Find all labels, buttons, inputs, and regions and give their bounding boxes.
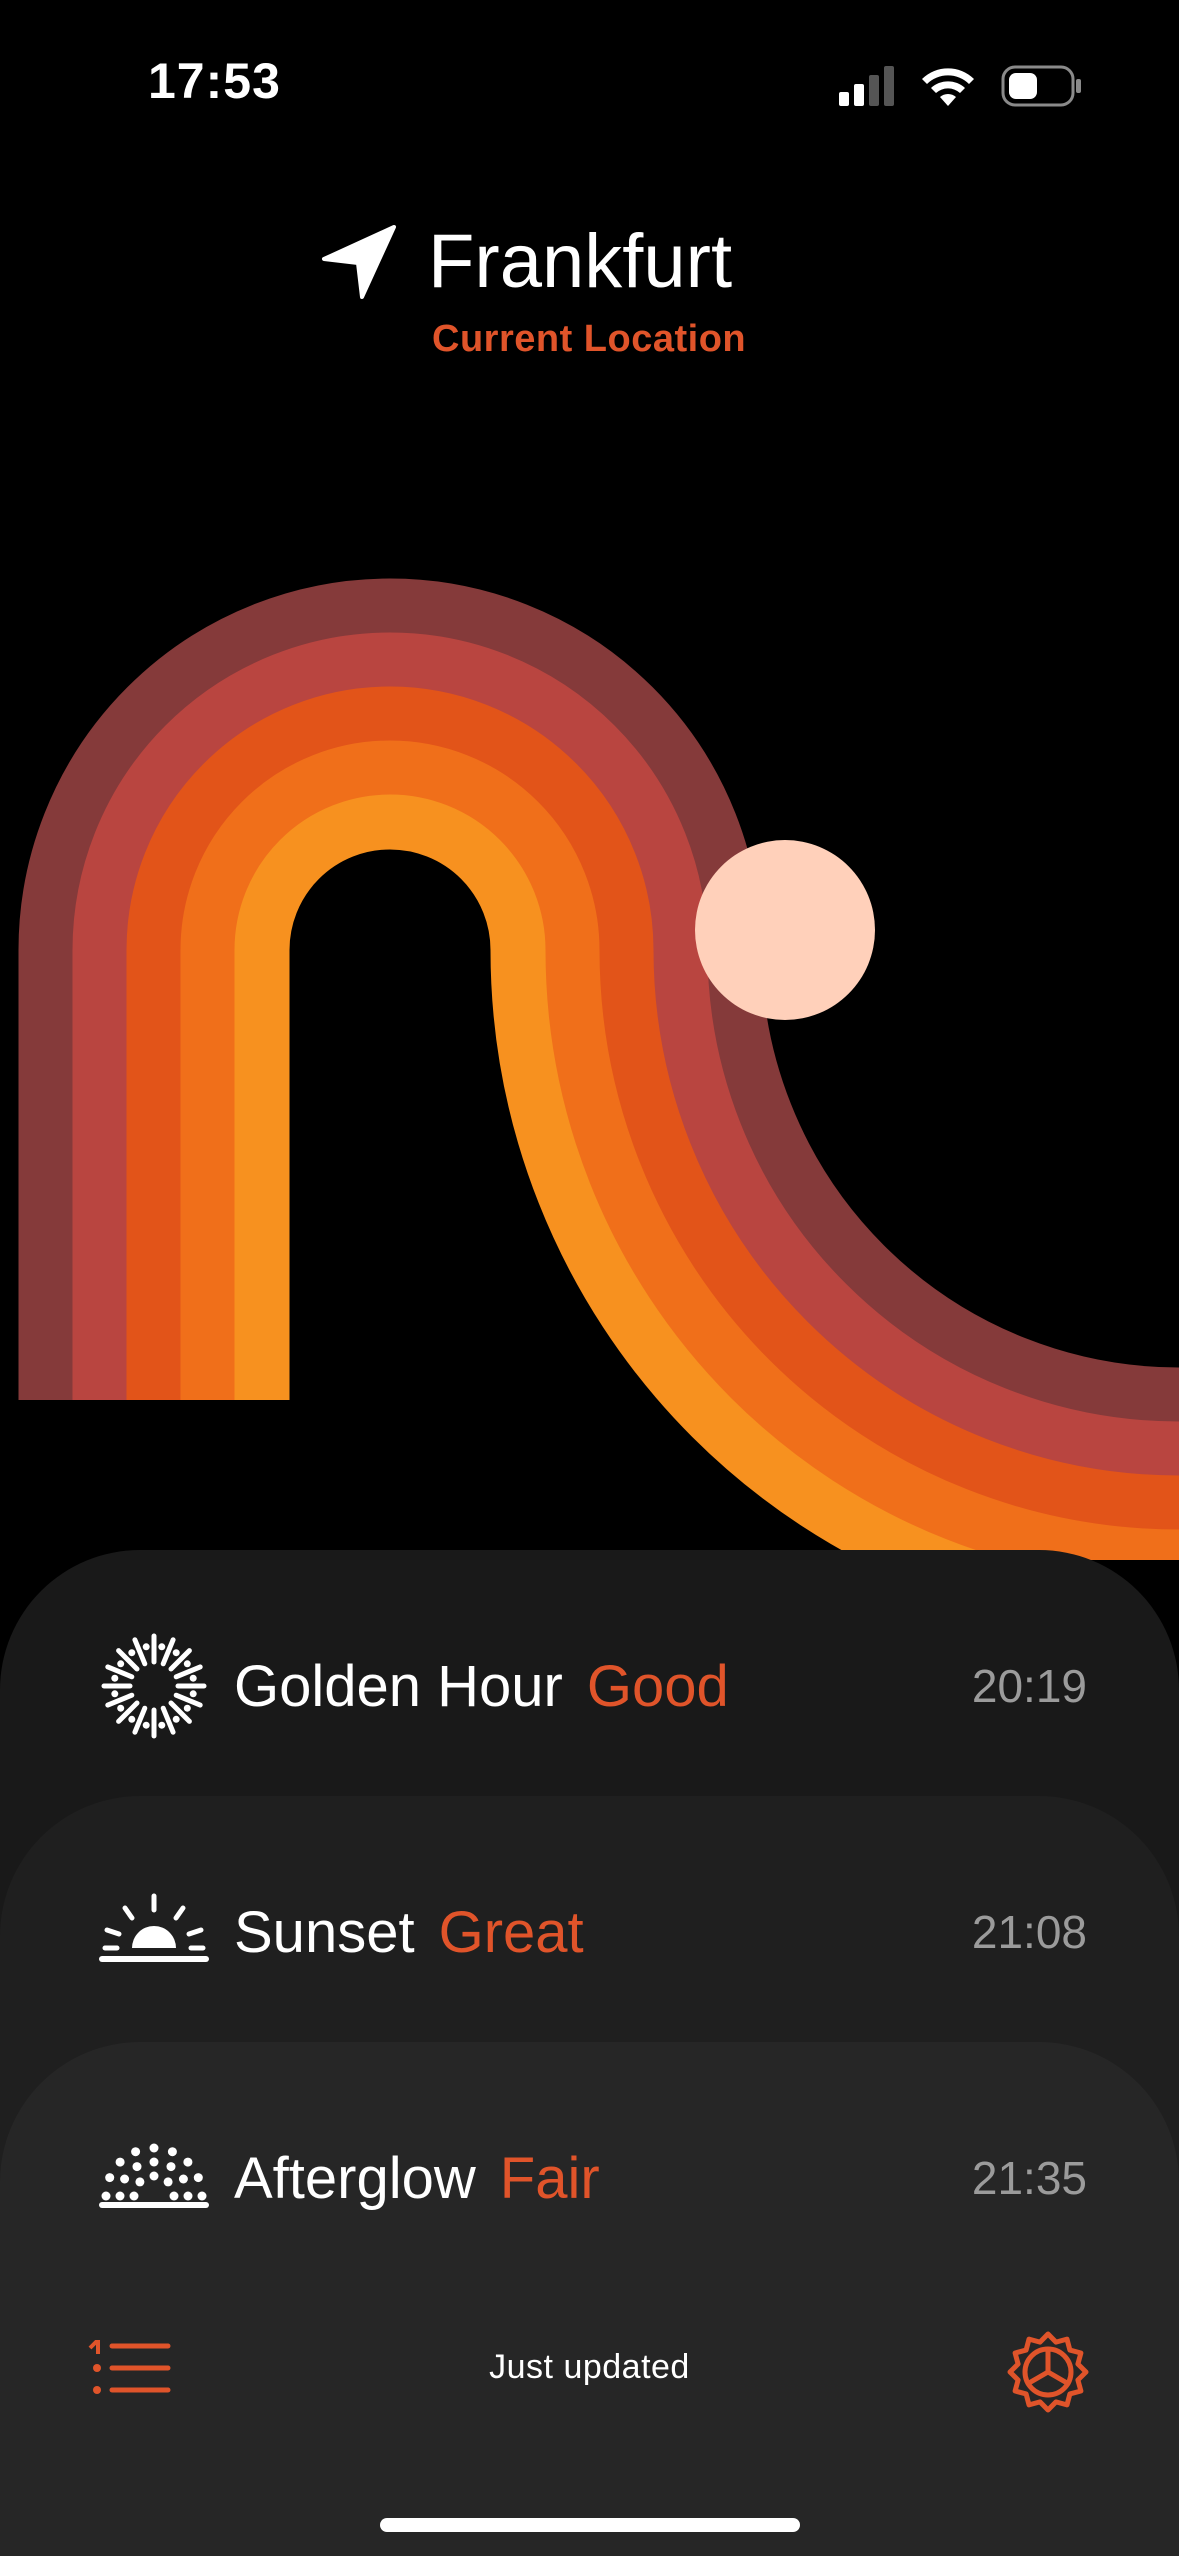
event-time: 20:19 bbox=[971, 1660, 1087, 1712]
event-rating: Good bbox=[586, 1653, 729, 1719]
event-rating: Fair bbox=[499, 2145, 600, 2211]
event-name: Afterglow bbox=[234, 2145, 476, 2211]
event-name: Golden Hour bbox=[234, 1653, 563, 1719]
event-row-sunset[interactable]: Sunset Great 21:08 bbox=[0, 1872, 1179, 1992]
update-status: Just updated bbox=[489, 2348, 690, 2386]
golden-hour-icon bbox=[96, 1628, 212, 1744]
event-row-golden-hour[interactable]: Golden Hour Good 20:19 bbox=[0, 1626, 1179, 1746]
event-row-afterglow[interactable]: Afterglow Fair 21:35 bbox=[0, 2118, 1179, 2238]
afterglow-icon bbox=[96, 2120, 212, 2236]
sunset-icon bbox=[96, 1874, 212, 1990]
event-time: 21:35 bbox=[971, 2152, 1087, 2204]
sun-position-marker bbox=[695, 840, 875, 1020]
home-indicator[interactable] bbox=[380, 2518, 800, 2532]
event-rating: Great bbox=[438, 1899, 584, 1965]
settings-icon[interactable] bbox=[1006, 2330, 1090, 2414]
event-name: Sunset bbox=[234, 1899, 415, 1965]
event-time: 21:08 bbox=[971, 1906, 1087, 1958]
sun-path-arc bbox=[18, 578, 1179, 1560]
